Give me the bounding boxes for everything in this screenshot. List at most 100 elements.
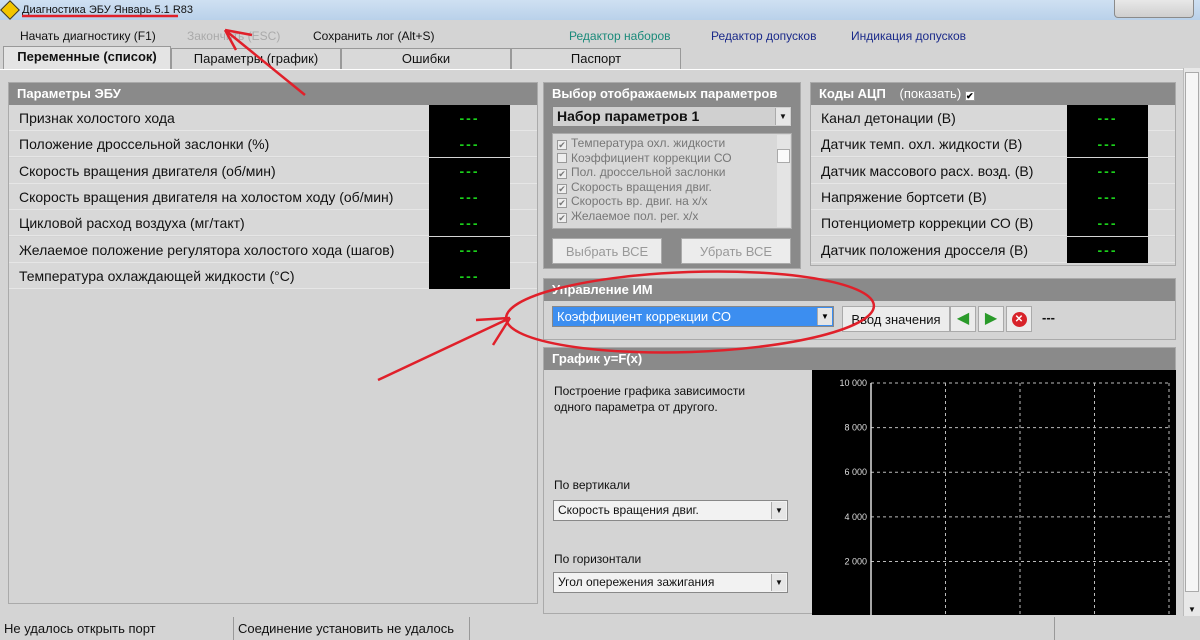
param-value: --- [1067,157,1148,184]
param-value: --- [429,262,510,289]
y-tick-label: 2 000 [844,556,867,566]
param-label: Температура охлаждающей жидкости (°С) [19,267,295,284]
actuator-current-value: --- [1042,310,1055,325]
horizontal-param-select[interactable]: Угол опережения зажигания ▼ [553,572,788,593]
status-connection: Соединение установить не удалось [234,617,470,640]
tolerance-editor-link[interactable]: Редактор допусков [711,29,816,43]
param-row: Скорость вращения двигателя (об/мин) --- [9,157,537,184]
checkbox[interactable]: ✔ [557,212,567,223]
y-tick-label: 6 000 [844,467,867,477]
param-label: Желаемое положение регулятора холостого … [19,241,395,258]
param-label: Потенциометр коррекции СО (В) [821,215,1034,232]
param-label: Канал детонации (В) [821,110,956,126]
param-set-value: Набор параметров 1 [557,108,700,124]
checkbox[interactable]: ✔ [557,140,567,150]
param-row: Датчик темп. охл. жидкости (В) --- [811,131,1175,158]
checklist-scrollbar[interactable] [777,135,790,227]
reset-button[interactable]: ✕ [1006,306,1032,332]
tab-params-graph[interactable]: Параметры (график) [171,48,341,69]
param-label: Положение дроссельной заслонки (%) [19,136,270,153]
panel-header: Параметры ЭБУ [9,83,537,105]
checkbox[interactable]: ✔ [557,169,567,179]
param-checklist-item[interactable]: ✔ Пол. дроссельной заслонки [557,165,787,180]
checkbox[interactable]: ✔ [557,198,567,208]
vertical-scrollbar[interactable]: ▼ [1183,68,1200,616]
scrollbar-thumb[interactable] [1185,72,1199,592]
status-empty [470,617,1055,640]
panel-header: Выбор отображаемых параметров [544,83,800,105]
item-label: Коэффициент коррекции СО [571,150,732,165]
panel-header: Коды АЦП (показать) ✔ [811,83,1175,105]
param-checklist-item[interactable]: ✔ Скорость вр. двиг. на х/х [557,194,787,209]
param-row: Температура охлаждающей жидкости (°С) --- [9,262,537,289]
decrease-button[interactable]: ◀ [950,306,976,332]
tab-passport[interactable]: Паспорт [511,48,681,69]
graph-chart: 2 000 4 000 6 000 8 000 10 000 [812,370,1176,615]
param-value: --- [1067,183,1148,210]
param-checklist-item[interactable]: Коэффициент коррекции СО [557,151,787,166]
item-label: Желаемое пол. рег. х/х [571,208,699,223]
close-button[interactable] [1114,0,1194,18]
param-set-select[interactable]: Набор параметров 1 ▼ [552,106,792,127]
start-diagnostics-button[interactable]: Начать диагностику (F1) [20,29,156,43]
show-label: (показать) [899,86,962,101]
sets-editor-link[interactable]: Редактор наборов [569,29,671,43]
param-value: --- [429,105,510,131]
param-label: Цикловой расход воздуха (мг/такт) [19,215,245,232]
vertical-param-select[interactable]: Скорость вращения двиг. ▼ [553,500,788,521]
param-checklist[interactable]: ✔ Температура охл. жидкости Коэффициент ко… [552,133,792,229]
title-bar: Диагностика ЭБУ Январь 5.1 R83 [0,0,1200,20]
param-value: --- [429,236,510,263]
param-value: --- [429,131,510,158]
item-label: Скорость вращения двиг. [571,179,712,194]
param-label: Напряжение бортсети (В) [821,188,987,205]
param-label: Датчик массового расх. возд. (В) [821,162,1034,179]
vertical-label: По вертикали [554,478,631,492]
param-value: --- [1067,210,1148,237]
param-label: Датчик темп. охл. жидкости (В) [821,136,1023,153]
param-label: Датчик положения дросселя (В) [821,241,1029,258]
y-tick-label: 8 000 [844,423,867,433]
horizontal-value: Угол опережения зажигания [558,575,715,589]
select-all-button[interactable]: Выбрать ВСЕ [552,238,662,264]
param-label: Скорость вращения двигателя (об/мин) [19,162,276,179]
graph-description: Построение графика зависимости одного па… [554,384,746,414]
param-checklist-item[interactable]: ✔ Температура охл. жидкости [557,136,787,151]
checkbox[interactable]: ✔ [557,183,567,194]
param-row: Цикловой расход воздуха (мг/такт) --- [9,210,537,237]
item-label: Пол. дроссельной заслонки [571,165,726,179]
actuator-select[interactable]: Коэффициент коррекции СО ▼ [552,306,834,327]
close-circle-icon: ✕ [1011,312,1027,327]
scroll-down-icon[interactable]: ▼ [1185,605,1199,614]
y-tick-label: 10 000 [839,378,867,388]
adc-codes-panel: Коды АЦП (показать) ✔ Канал детонации (В… [810,82,1176,266]
param-value: --- [1067,105,1148,131]
toolbar: Начать диагностику (F1) Закончить (ESC) … [0,20,1200,48]
horizontal-label: По горизонтали [554,552,642,566]
arrow-left-icon: ◀ [956,310,970,327]
param-checklist-item[interactable]: ✔ Желаемое пол. рег. х/х [557,209,787,224]
tab-variables-list[interactable]: Переменные (список) [3,46,171,70]
select-params-panel: Выбор отображаемых параметров Набор пара… [543,82,801,269]
param-label: Скорость вращения двигателя на холостом … [19,188,394,205]
save-log-button[interactable]: Сохранить лог (Alt+S) [313,29,435,43]
param-row: Потенциометр коррекции СО (В) --- [811,210,1175,237]
enter-value-button[interactable]: Ввод значения [842,306,950,332]
param-value: --- [429,157,510,184]
show-adc-checkbox[interactable]: ✔ [964,91,975,101]
y-tick-label: 4 000 [844,512,867,522]
ecu-params-panel: Параметры ЭБУ Признак холостого хода --- П… [8,82,538,604]
param-value: --- [429,183,510,210]
increase-button[interactable]: ▶ [978,306,1004,332]
stop-button[interactable]: Закончить (ESC) [187,29,280,43]
checkbox[interactable] [557,152,567,163]
tab-errors[interactable]: Ошибки [341,48,511,69]
deselect-all-button[interactable]: Убрать ВСЕ [681,238,791,264]
chart-background [812,370,1176,615]
tolerance-indication-link[interactable]: Индикация допусков [851,29,966,43]
param-row: Напряжение бортсети (В) --- [811,183,1175,210]
app-logo-icon [0,0,20,20]
param-checklist-item[interactable]: ✔ Скорость вращения двиг. [557,180,787,195]
chevron-down-icon: ▼ [775,108,790,125]
panel-header: График y=F(x) [544,348,1175,370]
